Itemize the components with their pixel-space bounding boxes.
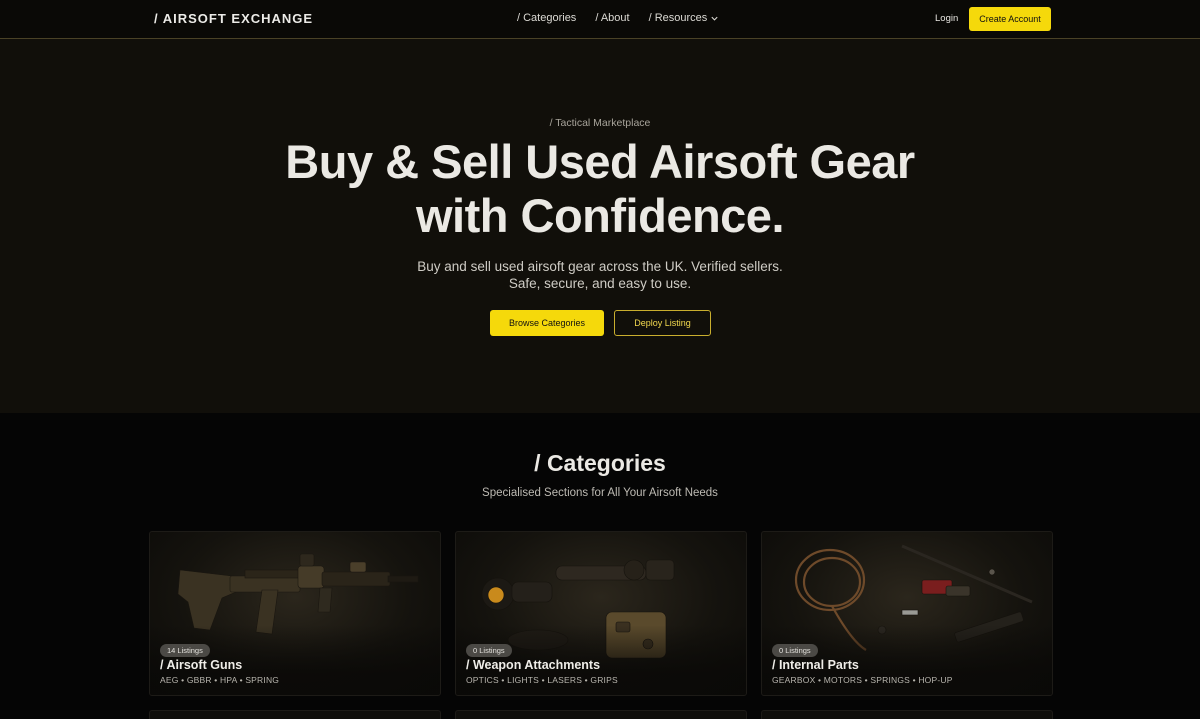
card-title: / Airsoft Guns (160, 658, 243, 672)
categories-subtitle: Specialised Sections for All Your Airsof… (482, 487, 718, 499)
card-title: / Internal Parts (772, 658, 859, 672)
card-tags: AEG • GBBR • HPA • SPRING (160, 675, 280, 685)
login-link[interactable]: Login (935, 13, 958, 24)
nav-links: / Categories / About / Resources (517, 12, 719, 24)
categories-heading: / Categories (534, 450, 666, 476)
site-logo[interactable]: / AIRSOFT EXCHANGE (154, 11, 313, 26)
card-tags: OPTICS • LIGHTS • LASERS • GRIPS (466, 675, 618, 685)
nav-link-categories[interactable]: / Categories (517, 12, 576, 24)
card-title: / Weapon Attachments (466, 658, 601, 672)
hero-title: Buy & Sell Used Airsoft Gear with Confid… (0, 135, 1200, 243)
category-card-weapon-attachments[interactable]: 0 Listings / Weapon Attachments OPTICS •… (455, 531, 747, 696)
category-card-internal-parts[interactable]: 0 Listings / Internal Parts GEARBOX • MO… (761, 531, 1053, 696)
chevron-down-icon (711, 16, 718, 21)
hero-title-line-2: with Confidence. (416, 189, 785, 242)
category-card-peek[interactable] (455, 710, 747, 719)
deploy-listing-button[interactable]: Deploy Listing (614, 310, 711, 336)
category-card-airsoft-guns[interactable]: 14 Listings / Airsoft Guns AEG • GBBR • … (149, 531, 441, 696)
nav-link-resources[interactable]: / Resources (649, 12, 720, 24)
listing-count-badge: 14 Listings (160, 644, 210, 657)
top-nav: / AIRSOFT EXCHANGE / Categories / About … (0, 0, 1200, 39)
nav-link-about[interactable]: / About (595, 12, 629, 24)
listing-count-badge: 0 Listings (772, 644, 818, 657)
hero-section: / Tactical Marketplace Buy & Sell Used A… (0, 39, 1200, 413)
hero-eyebrow: / Tactical Marketplace (549, 117, 651, 129)
hero-subtitle: Buy and sell used airsoft gear across th… (417, 259, 783, 291)
listing-count-badge: 0 Listings (466, 644, 512, 657)
category-card-peek[interactable] (149, 710, 441, 719)
card-tags: GEARBOX • MOTORS • SPRINGS • HOP-UP (772, 675, 953, 685)
create-account-button[interactable]: Create Account (969, 7, 1051, 31)
category-card-peek[interactable] (761, 710, 1053, 719)
hero-title-line-1: Buy & Sell Used Airsoft Gear (285, 135, 915, 188)
browse-categories-button[interactable]: Browse Categories (490, 310, 604, 336)
nav-link-resources-label: / Resources (648, 12, 708, 24)
